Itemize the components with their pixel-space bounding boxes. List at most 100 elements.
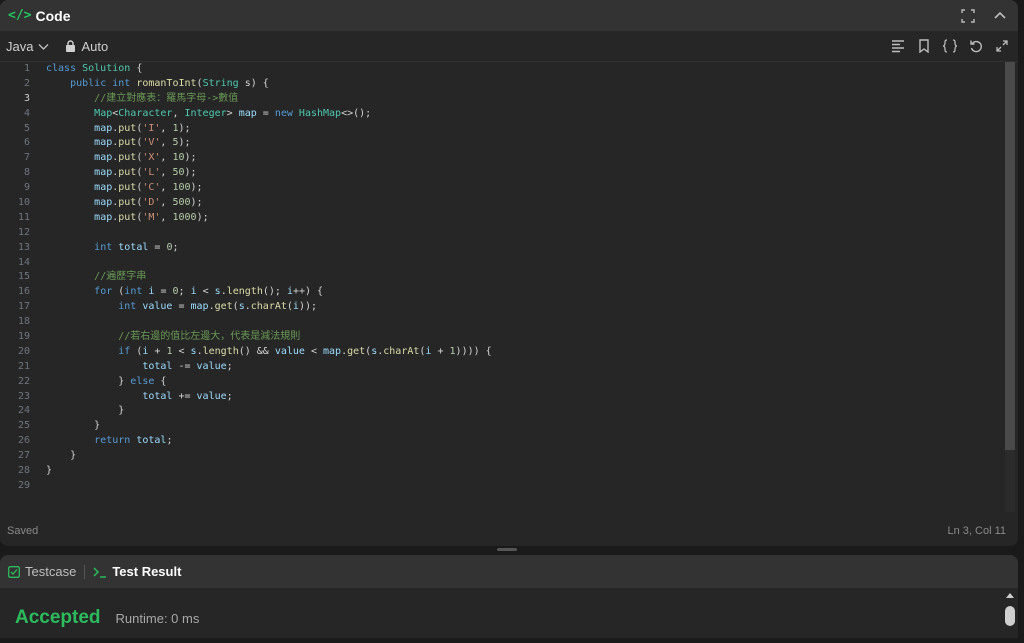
code-line[interactable]: 9 map.put('C', 100); xyxy=(0,181,1004,196)
line-number: 25 xyxy=(17,420,30,432)
format-lines-icon[interactable] xyxy=(890,38,906,54)
editor-scrollbar-thumb[interactable] xyxy=(1005,62,1015,450)
code-line[interactable]: 24 } xyxy=(0,404,1004,419)
code-line[interactable]: 18 xyxy=(0,315,1004,330)
line-number: 5 xyxy=(23,122,30,134)
result-tabs: Testcase Test Result xyxy=(0,555,1018,588)
line-number: 24 xyxy=(17,405,30,417)
cursor-position: Ln 3, Col 11 xyxy=(947,525,1006,537)
code-line[interactable]: 22 } else { xyxy=(0,375,1004,390)
code-line[interactable]: 27 } xyxy=(0,449,1004,464)
auto-mode-toggle[interactable]: Auto xyxy=(65,39,108,54)
code-text: Map<Character, Integer> map = new HashMa… xyxy=(94,107,372,119)
line-number: 16 xyxy=(17,286,30,298)
line-number: 9 xyxy=(23,182,30,194)
result-status: Accepted xyxy=(15,607,101,628)
language-label: Java xyxy=(6,38,34,54)
line-number: 29 xyxy=(17,479,30,491)
line-number: 2 xyxy=(23,77,30,89)
code-line[interactable]: 15 //遍歷字串 xyxy=(0,270,1004,285)
tab-test-result-label: Test Result xyxy=(112,564,182,579)
code-text: //建立對應表：羅馬字母->數值 xyxy=(94,92,239,104)
collapse-chevron-up-icon[interactable] xyxy=(992,8,1008,24)
code-text: public int romanToInt(String s) { xyxy=(70,77,269,89)
code-text: int value = map.get(s.charAt(i)); xyxy=(118,301,318,313)
line-number: 20 xyxy=(17,345,30,357)
code-line[interactable]: 16 for (int i = 0; i < s.length(); i++) … xyxy=(0,285,1004,300)
code-line[interactable]: 23 total += value; xyxy=(0,390,1004,405)
code-text: map.put('V', 5); xyxy=(94,137,191,149)
code-text: for (int i = 0; i < s.length(); i++) { xyxy=(94,286,324,298)
curly-braces-icon[interactable] xyxy=(942,38,958,54)
code-line[interactable]: 10 map.put('D', 500); xyxy=(0,196,1004,211)
code-text: } xyxy=(46,465,53,477)
code-text: total += value; xyxy=(142,390,233,402)
line-number: 13 xyxy=(17,241,30,253)
code-line[interactable]: 2 public int romanToInt(String s) { xyxy=(0,77,1004,92)
code-line[interactable]: 29 xyxy=(0,479,1004,494)
line-number: 7 xyxy=(23,152,30,164)
code-line[interactable]: 12 xyxy=(0,226,1004,241)
code-panel: </> Code Java Auto 1 class Solution {2 … xyxy=(0,0,1018,546)
code-text: map.put('L', 50); xyxy=(94,167,197,179)
code-editor[interactable]: 1 class Solution {2 public int romanToInt… xyxy=(0,62,1004,512)
tab-testcase-label: Testcase xyxy=(25,564,77,579)
language-select[interactable]: Java xyxy=(6,39,49,54)
checkbox-icon xyxy=(8,565,20,578)
code-text: map.put('C', 100); xyxy=(94,182,203,194)
code-line[interactable]: 5 map.put('I', 1); xyxy=(0,122,1004,137)
line-number: 6 xyxy=(23,137,30,149)
code-line[interactable]: 20 if (i + 1 < s.length() && value < map… xyxy=(0,345,1004,360)
line-number: 4 xyxy=(23,107,30,119)
code-text: } xyxy=(46,420,101,432)
line-number: 10 xyxy=(17,197,30,209)
result-scrollbar[interactable] xyxy=(1004,590,1016,638)
code-line[interactable]: 19 //若右邊的值比左邊大，代表是減法規則 xyxy=(0,330,1004,345)
tab-testcase[interactable]: Testcase xyxy=(8,564,76,579)
code-text: total -= value; xyxy=(142,360,233,372)
code-line[interactable]: 21 total -= value; xyxy=(0,360,1004,375)
result-summary: Accepted Runtime: 0 ms xyxy=(15,607,199,629)
expand-icon[interactable] xyxy=(994,38,1010,54)
code-line[interactable]: 6 map.put('V', 5); xyxy=(0,136,1004,151)
code-text: } xyxy=(46,405,125,417)
panel-resize-handle[interactable] xyxy=(497,548,517,551)
code-line[interactable]: 25 } xyxy=(0,419,1004,434)
reset-undo-icon[interactable] xyxy=(968,38,984,54)
code-text: return total; xyxy=(94,435,173,447)
code-line[interactable]: 17 int value = map.get(s.charAt(i)); xyxy=(0,300,1004,315)
code-line[interactable]: 8 map.put('L', 50); xyxy=(0,166,1004,181)
editor-statusbar: Saved Ln 3, Col 11 xyxy=(0,516,1018,546)
code-line[interactable]: 7 map.put('X', 10); xyxy=(0,151,1004,166)
code-line[interactable]: 3 //建立對應表：羅馬字母->數值 xyxy=(0,92,1004,107)
line-number: 21 xyxy=(17,360,30,372)
code-text: int total = 0; xyxy=(94,241,179,253)
code-brackets-icon: </> xyxy=(8,8,32,23)
line-number: 14 xyxy=(17,256,30,268)
code-line[interactable]: 14 xyxy=(0,256,1004,271)
code-panel-header: </> Code xyxy=(0,0,1018,31)
code-text: //若右邊的值比左邊大，代表是減法規則 xyxy=(118,331,301,343)
line-number: 26 xyxy=(17,435,30,447)
code-text: map.put('X', 10); xyxy=(94,152,197,164)
line-number: 23 xyxy=(17,390,30,402)
code-line[interactable]: 28} xyxy=(0,464,1004,479)
chevron-down-icon xyxy=(38,43,49,50)
code-line[interactable]: 11 map.put('M', 1000); xyxy=(0,211,1004,226)
code-line[interactable]: 1 class Solution { xyxy=(0,62,1004,77)
code-text: if (i + 1 < s.length() && value < map.ge… xyxy=(118,345,492,357)
tab-test-result[interactable]: Test Result xyxy=(93,564,181,579)
code-line[interactable]: 4 Map<Character, Integer> map = new Hash… xyxy=(0,107,1004,122)
line-number: 19 xyxy=(17,331,30,343)
code-line[interactable]: 26 return total; xyxy=(0,434,1004,449)
code-text: map.put('I', 1); xyxy=(94,122,191,134)
code-line[interactable]: 13 int total = 0; xyxy=(0,241,1004,256)
panel-title: Code xyxy=(35,7,71,24)
fullscreen-icon[interactable] xyxy=(960,8,976,24)
bookmark-icon[interactable] xyxy=(916,38,932,54)
code-text: } xyxy=(46,450,77,462)
